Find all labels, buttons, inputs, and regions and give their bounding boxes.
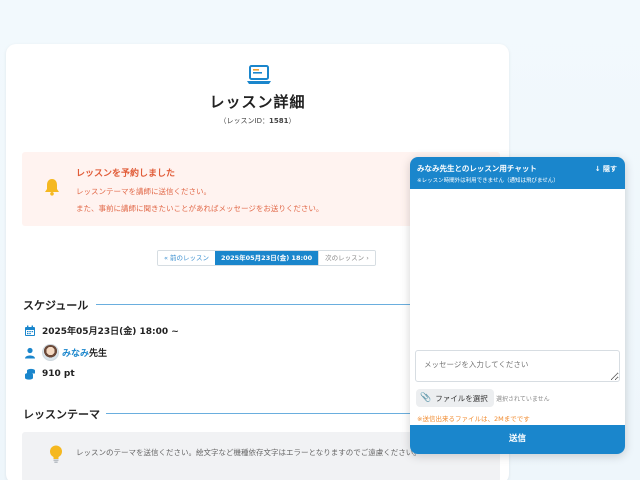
current-lesson: 2025年05月23日(金) 18:00 [215, 251, 319, 265]
coins-icon [25, 368, 35, 380]
schedule-datetime-row: 2025年05月23日(金) 18:00 ~ [24, 324, 179, 337]
file-size-limit: ※送信出来るファイルは、2Mまでです [417, 415, 530, 423]
schedule-datetime: 2025年05月23日(金) 18:00 ~ [42, 327, 179, 337]
chat-hide-button[interactable]: ↓ 隠す [595, 164, 617, 174]
lesson-id-suffix: ） [288, 117, 296, 125]
schedule-points-row: 910 pt [24, 368, 75, 380]
user-icon [25, 347, 35, 358]
file-status: 選択されていません [496, 396, 550, 403]
schedule-teacher-row: みなみ 先生 [24, 344, 107, 361]
next-lesson-link[interactable]: 次のレッスン › [318, 251, 375, 265]
chat-title: みなみ先生とのレッスン用チャット [417, 164, 537, 173]
page-title: レッスン詳細 [209, 93, 306, 111]
notice-message-1: レッスンテーマを講師に送信ください。 [76, 187, 211, 196]
file-select-button[interactable]: 📎 ファイルを選択 [416, 389, 494, 407]
schedule-heading: スケジュール [23, 299, 89, 312]
lesson-pager: « 前のレッスン 2025年05月23日(金) 18:00 次のレッスン › [157, 250, 376, 266]
notice-title: レッスンを予約しました [76, 169, 176, 179]
lesson-points: 910 pt [42, 369, 75, 379]
calendar-icon [25, 325, 35, 336]
prev-lesson-link[interactable]: « 前のレッスン [158, 251, 216, 265]
chat-panel: みなみ先生とのレッスン用チャット ※レッスン時間外は利用できません（通知は飛びま… [410, 157, 625, 454]
lightbulb-icon [50, 445, 62, 463]
notice-message-2: また、事前に講師に聞きたいことがあればメッセージをお送りください。 [76, 204, 324, 213]
laptop-icon [247, 65, 271, 84]
paperclip-icon: 📎 [420, 393, 432, 403]
lesson-id-value: 1581 [268, 117, 289, 125]
file-select-label: ファイルを選択 [435, 393, 488, 403]
bell-icon [45, 179, 59, 196]
send-button[interactable]: 送信 [410, 425, 625, 454]
lesson-id-label: （レッスンID： [219, 117, 269, 125]
chat-subtitle: ※レッスン時間外は利用できません（通知は飛びません） [417, 178, 559, 184]
chat-header: みなみ先生とのレッスン用チャット ※レッスン時間外は利用できません（通知は飛びま… [410, 157, 625, 189]
teacher-name-link[interactable]: みなみ [62, 346, 89, 359]
teacher-suffix: 先生 [89, 349, 108, 359]
teacher-avatar[interactable] [42, 344, 59, 361]
theme-heading: レッスンテーマ [23, 408, 100, 421]
lesson-id: （レッスンID：1581） [6, 116, 509, 126]
chat-message-input[interactable] [415, 350, 620, 382]
theme-message: レッスンのテーマを送信ください。絵文字など機種依存文字はエラーとなりますのでご遠… [76, 448, 421, 457]
